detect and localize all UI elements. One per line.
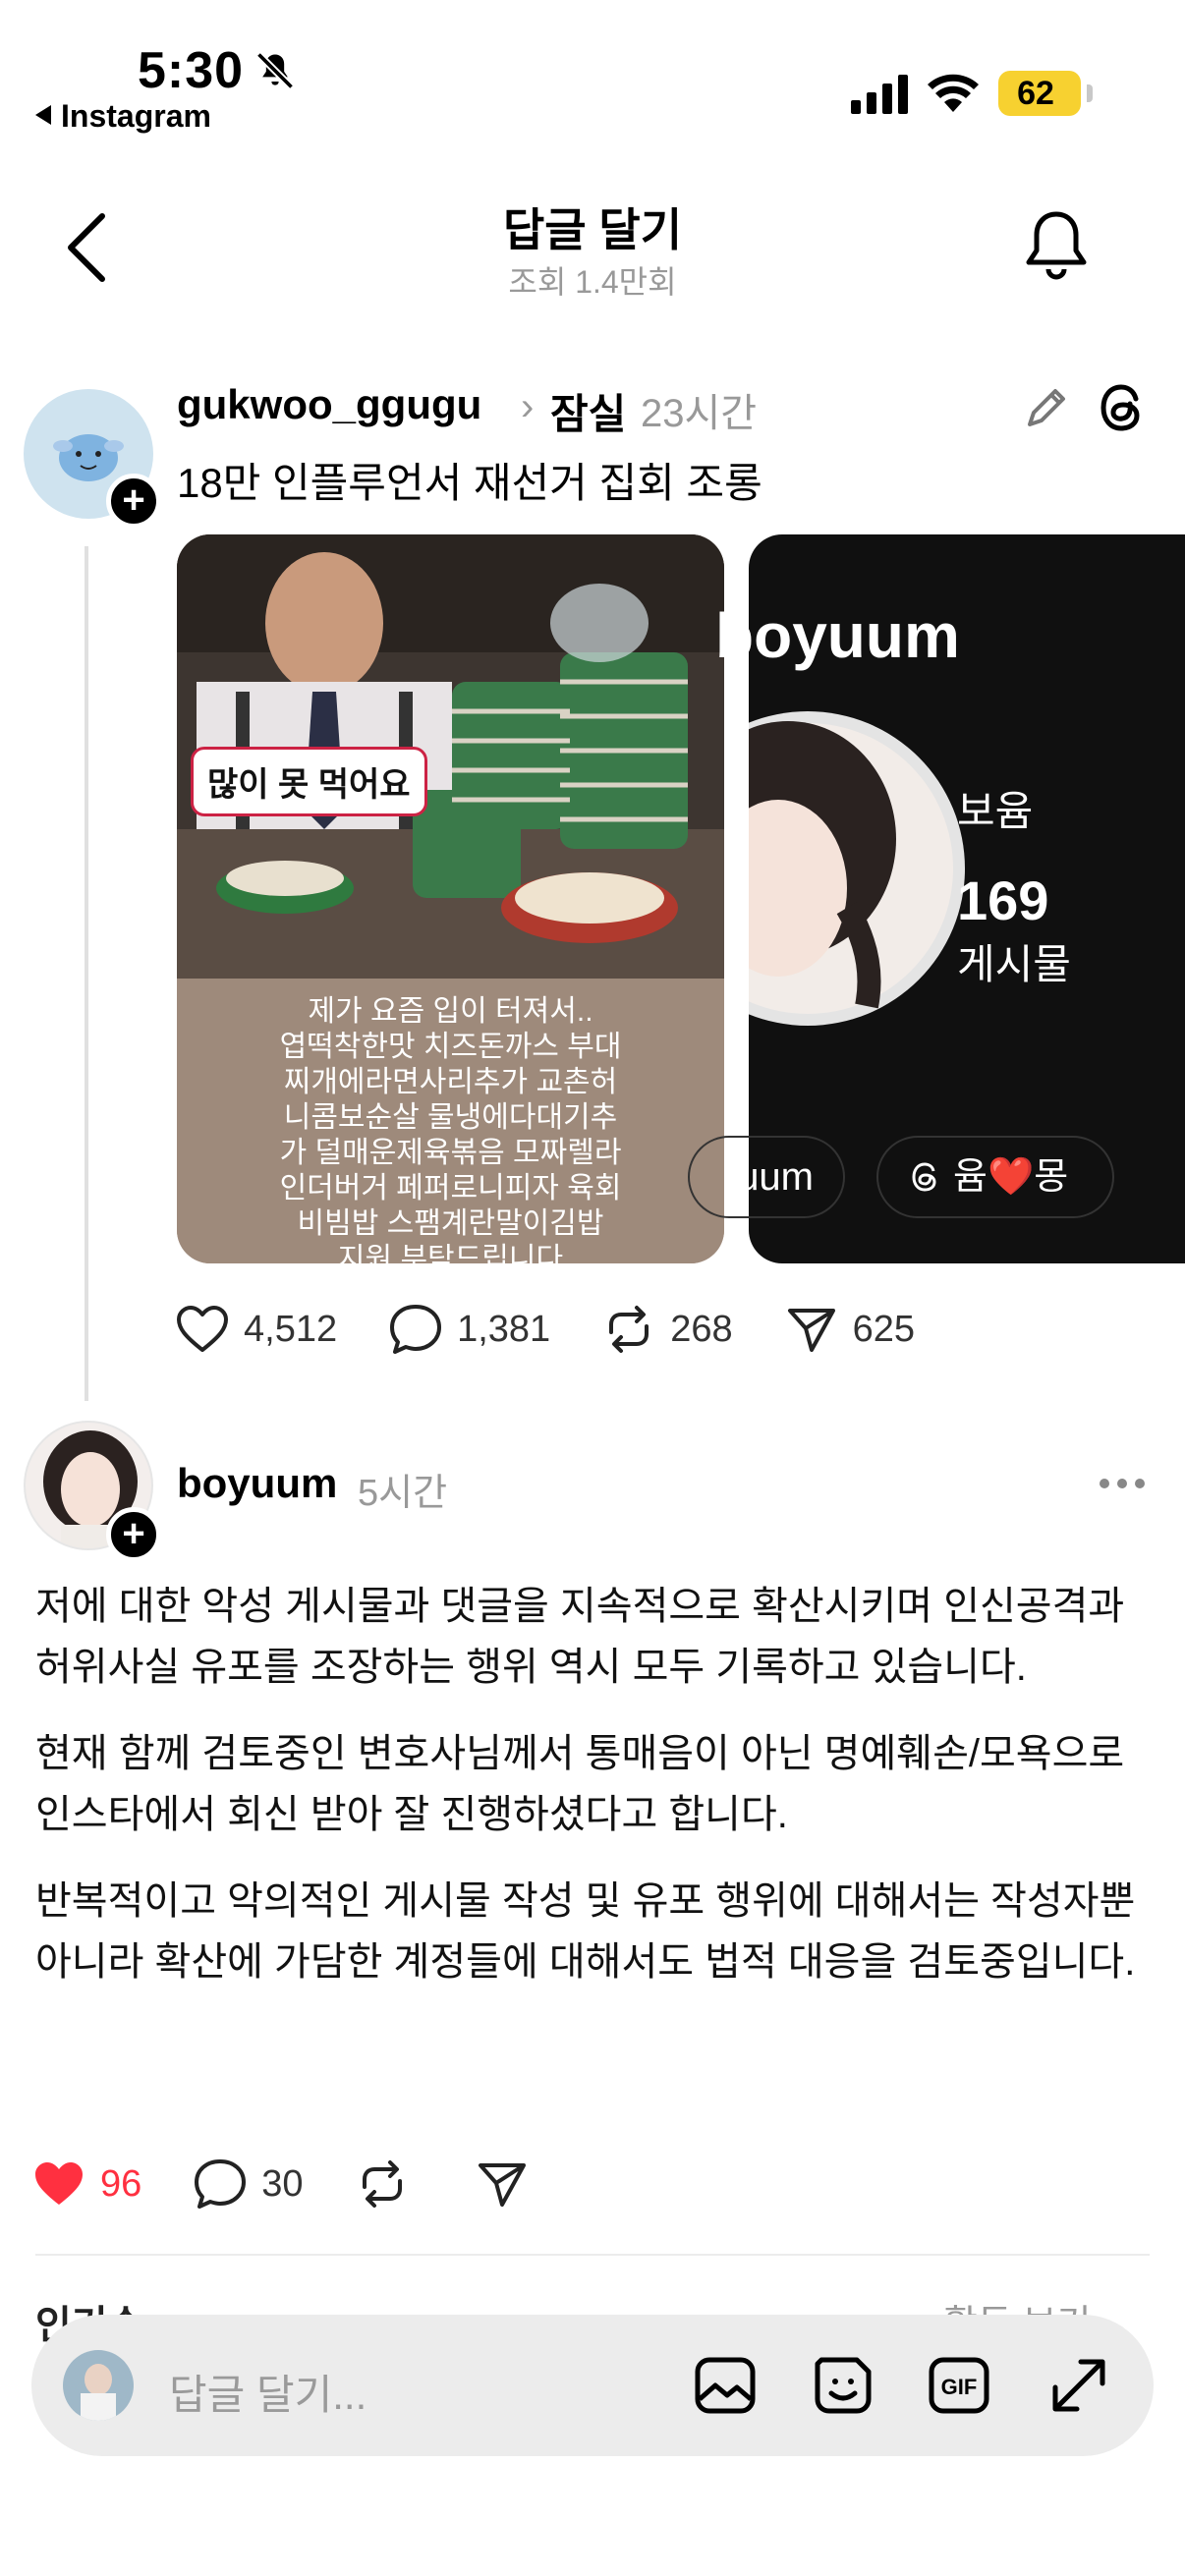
section-divider — [35, 2254, 1150, 2256]
caption-line: 찌개에라면사리추가 교촌허 — [283, 1066, 618, 1098]
comment-count: 30 — [261, 2162, 304, 2205]
back-to-app-link[interactable]: Instagram — [35, 98, 211, 135]
post2-body: 저에 대한 악성 게시물과 댓글을 지속적으로 확산시키며 인신공격과 허위사실… — [35, 1576, 1156, 2018]
caption-line: 비빔밥 스팸계란말이김밥 — [297, 1207, 604, 1240]
share-button[interactable]: 625 — [784, 1303, 915, 1356]
gif-icon[interactable]: GIF — [924, 2350, 994, 2421]
threads-link-pill: 윰❤️몽 — [876, 1136, 1114, 1218]
page-title: 답글 달기 — [502, 204, 683, 255]
battery-indicator: 62 — [998, 71, 1093, 116]
post1-topic[interactable]: 잠실 — [550, 381, 626, 441]
profile-post-label: 게시물 — [957, 941, 1071, 987]
post1-image-1[interactable]: 많이 못 먹어요 제가 요즘 입이 터져서.. 엽떡착한맛 치즈돈까스 부대 찌… — [177, 534, 724, 1263]
caption-line: 엽떡착한맛 치즈돈까스 부대 — [279, 1031, 622, 1063]
bell-icon[interactable] — [1022, 206, 1091, 285]
post2-paragraph: 반복적이고 악의적인 게시물 작성 및 유포 행위에 대해서는 작성자뿐 아니라… — [35, 1879, 1136, 1984]
like-button[interactable]: 96 — [31, 2159, 141, 2209]
signal-icon — [851, 75, 908, 114]
sticker-icon[interactable] — [808, 2350, 878, 2421]
follow-plus-button[interactable]: + — [106, 1507, 161, 1562]
post2-time: 5시간 — [358, 1473, 448, 1514]
post1-username[interactable]: gukwoo_ggugu — [177, 381, 481, 428]
share-count: 625 — [852, 1308, 915, 1350]
composer-avatar — [63, 2350, 134, 2421]
repost-button[interactable]: 268 — [601, 1303, 733, 1356]
caption-line: 제가 요즘 입이 터져서.. — [308, 995, 593, 1028]
comment-button[interactable]: 1,381 — [388, 1303, 550, 1356]
thread-line — [85, 546, 88, 1401]
svg-text:GIF: GIF — [941, 2375, 978, 2399]
image-caption: 제가 요즘 입이 터져서.. 엽떡착한맛 치즈돈까스 부대 찌개에라면사리추가 … — [177, 979, 724, 1263]
caption-line: 니콤보순살 물냉에다대기추 — [283, 1101, 618, 1134]
post1-text: 18만 인플루언서 재선거 집회 조롱 — [177, 460, 762, 506]
profile-handle: boyuum — [715, 599, 960, 672]
profile-link-pill: uum — [688, 1136, 845, 1218]
expand-icon[interactable] — [1044, 2350, 1114, 2421]
threads-logo-icon[interactable] — [1095, 379, 1152, 436]
post1-time: 23시간 — [641, 392, 758, 435]
wifi-icon — [928, 74, 979, 112]
share-button[interactable] — [475, 2157, 543, 2211]
composer-avatar-photo — [63, 2350, 134, 2421]
heart-icon — [177, 1306, 228, 1352]
comment-icon — [390, 1305, 442, 1354]
post2-paragraph: 현재 함께 검토중인 변호사님께서 통매음이 아닌 명예훼손/모욕으로 인스타에… — [35, 1732, 1125, 1836]
back-app-label: Instagram — [61, 98, 211, 134]
post2-actions: 96 30 — [31, 2157, 594, 2211]
profile-post-count: 169 — [957, 869, 1049, 931]
repost-button[interactable] — [355, 2157, 423, 2211]
profile-handle-text: boyuum — [715, 600, 960, 671]
like-count: 96 — [100, 2162, 142, 2205]
follow-plus-button[interactable]: + — [106, 474, 161, 529]
send-icon — [478, 2163, 526, 2207]
post1-actions: 4,512 1,381 268 625 — [175, 1303, 966, 1356]
image-picker-icon[interactable] — [690, 2350, 761, 2421]
profile-name: 보윰 — [957, 788, 1034, 834]
repost-count: 268 — [670, 1308, 733, 1350]
comment-icon — [195, 2159, 247, 2209]
threads-small-icon — [912, 1162, 936, 1192]
repost-icon — [609, 1306, 649, 1353]
status-bar: 5:30 Instagram 62 — [0, 0, 1185, 147]
pencil-icon[interactable] — [1022, 383, 1071, 432]
threads-link-text: 윰❤️몽 — [953, 1156, 1069, 1198]
post2-username[interactable]: boyuum — [177, 1460, 337, 1507]
status-time: 5:30 — [138, 42, 245, 99]
sticker-label: 많이 못 먹어요 — [191, 747, 427, 816]
back-triangle-icon — [35, 105, 51, 125]
like-count: 4,512 — [244, 1308, 338, 1350]
post2-paragraph: 저에 대한 악성 게시물과 댓글을 지속적으로 확산시키며 인신공격과 허위사실… — [35, 1585, 1125, 1689]
chevron-right-icon: › — [521, 385, 535, 428]
reply-input[interactable]: 답글 달기... — [169, 2362, 367, 2422]
view-count: 조회 1.4만회 — [508, 264, 677, 300]
bell-off-icon — [255, 51, 295, 90]
caption-line: 인더버거 페퍼로니피자 육회 — [279, 1172, 622, 1204]
caption-line: 가 덜매운제육볶음 모짜렐라 — [279, 1137, 622, 1169]
like-button[interactable]: 4,512 — [175, 1305, 337, 1354]
comment-count: 1,381 — [457, 1308, 551, 1350]
heart-filled-icon — [35, 2162, 83, 2205]
repost-icon — [362, 2160, 402, 2208]
send-icon — [787, 1309, 835, 1352]
battery-level: 62 — [1017, 75, 1054, 112]
comment-button[interactable]: 30 — [193, 2157, 304, 2211]
caption-line: 지원 부탁드립니다 — [337, 1243, 564, 1263]
more-options-icon[interactable] — [1097, 1466, 1148, 1501]
